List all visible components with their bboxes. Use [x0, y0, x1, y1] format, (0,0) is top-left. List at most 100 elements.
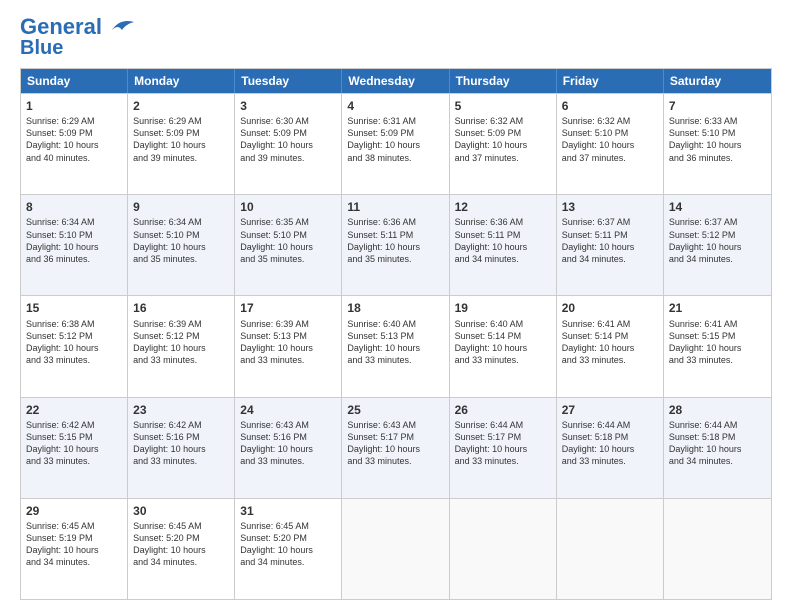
calendar: SundayMondayTuesdayWednesdayThursdayFrid…: [20, 68, 772, 600]
day-number: 1: [26, 98, 122, 114]
cell-text: Sunrise: 6:43 AM Sunset: 5:17 PM Dayligh…: [347, 419, 443, 468]
cal-cell: 28Sunrise: 6:44 AM Sunset: 5:18 PM Dayli…: [664, 398, 771, 498]
cal-cell: 23Sunrise: 6:42 AM Sunset: 5:16 PM Dayli…: [128, 398, 235, 498]
cal-cell: 24Sunrise: 6:43 AM Sunset: 5:16 PM Dayli…: [235, 398, 342, 498]
logo-text: General: [20, 16, 102, 38]
header-cell-monday: Monday: [128, 69, 235, 93]
cal-cell: [342, 499, 449, 599]
cal-cell: 25Sunrise: 6:43 AM Sunset: 5:17 PM Dayli…: [342, 398, 449, 498]
cal-cell: 18 Sunrise: 6:40 AM Sunset: 5:13 PM Dayli…: [342, 296, 449, 396]
cal-cell: 19 Sunrise: 6:40 AM Sunset: 5:14 PM Dayli…: [450, 296, 557, 396]
cell-text: Sunrise: 6:32 AM Sunset: 5:10 PM Dayligh…: [562, 115, 658, 164]
day-number: 4: [347, 98, 443, 114]
cal-cell: 7Sunrise: 6:33 AM Sunset: 5:10 PM Daylig…: [664, 94, 771, 194]
cal-cell: 31Sunrise: 6:45 AM Sunset: 5:20 PM Dayli…: [235, 499, 342, 599]
cal-cell: 11Sunrise: 6:36 AM Sunset: 5:11 PM Dayli…: [342, 195, 449, 295]
cell-text: Sunrise: 6:44 AM Sunset: 5:18 PM Dayligh…: [669, 419, 766, 468]
cell-text: Sunrise: 6:29 AM Sunset: 5:09 PM Dayligh…: [133, 115, 229, 164]
cal-cell: 13Sunrise: 6:37 AM Sunset: 5:11 PM Dayli…: [557, 195, 664, 295]
day-number: 20: [562, 300, 658, 316]
cal-cell: 12Sunrise: 6:36 AM Sunset: 5:11 PM Dayli…: [450, 195, 557, 295]
cal-cell: 2Sunrise: 6:29 AM Sunset: 5:09 PM Daylig…: [128, 94, 235, 194]
header-cell-friday: Friday: [557, 69, 664, 93]
cal-cell: [557, 499, 664, 599]
day-number: 18: [347, 300, 443, 316]
cal-cell: [664, 499, 771, 599]
week-row-4: 22Sunrise: 6:42 AM Sunset: 5:15 PM Dayli…: [21, 397, 771, 498]
cell-text: Sunrise: 6:40 AM Sunset: 5:14 PM Dayligh…: [455, 318, 551, 367]
cal-cell: 27Sunrise: 6:44 AM Sunset: 5:18 PM Dayli…: [557, 398, 664, 498]
logo-general: General: [20, 14, 102, 39]
day-number: 15: [26, 300, 122, 316]
day-number: 22: [26, 402, 122, 418]
day-number: 26: [455, 402, 551, 418]
cal-cell: 3Sunrise: 6:30 AM Sunset: 5:09 PM Daylig…: [235, 94, 342, 194]
day-number: 14: [669, 199, 766, 215]
day-number: 8: [26, 199, 122, 215]
cal-cell: 10Sunrise: 6:35 AM Sunset: 5:10 PM Dayli…: [235, 195, 342, 295]
header-cell-tuesday: Tuesday: [235, 69, 342, 93]
cell-text: Sunrise: 6:38 AM Sunset: 5:12 PM Dayligh…: [26, 318, 122, 367]
cell-text: Sunrise: 6:44 AM Sunset: 5:17 PM Dayligh…: [455, 419, 551, 468]
week-row-1: 1Sunrise: 6:29 AM Sunset: 5:09 PM Daylig…: [21, 93, 771, 194]
week-row-5: 29Sunrise: 6:45 AM Sunset: 5:19 PM Dayli…: [21, 498, 771, 599]
day-number: 29: [26, 503, 122, 519]
logo-bird-icon: [104, 16, 136, 38]
day-number: 10: [240, 199, 336, 215]
day-number: 21: [669, 300, 766, 316]
header-cell-saturday: Saturday: [664, 69, 771, 93]
day-number: 28: [669, 402, 766, 418]
cal-cell: 6Sunrise: 6:32 AM Sunset: 5:10 PM Daylig…: [557, 94, 664, 194]
cal-cell: 14Sunrise: 6:37 AM Sunset: 5:12 PM Dayli…: [664, 195, 771, 295]
cell-text: Sunrise: 6:36 AM Sunset: 5:11 PM Dayligh…: [347, 216, 443, 265]
cal-cell: 5Sunrise: 6:32 AM Sunset: 5:09 PM Daylig…: [450, 94, 557, 194]
header-cell-sunday: Sunday: [21, 69, 128, 93]
cal-cell: 4Sunrise: 6:31 AM Sunset: 5:09 PM Daylig…: [342, 94, 449, 194]
day-number: 7: [669, 98, 766, 114]
cell-text: Sunrise: 6:45 AM Sunset: 5:19 PM Dayligh…: [26, 520, 122, 569]
day-number: 16: [133, 300, 229, 316]
cal-cell: 16 Sunrise: 6:39 AM Sunset: 5:12 PM Dayli…: [128, 296, 235, 396]
header-cell-wednesday: Wednesday: [342, 69, 449, 93]
cal-cell: 29Sunrise: 6:45 AM Sunset: 5:19 PM Dayli…: [21, 499, 128, 599]
cell-text: Sunrise: 6:35 AM Sunset: 5:10 PM Dayligh…: [240, 216, 336, 265]
calendar-header: SundayMondayTuesdayWednesdayThursdayFrid…: [21, 69, 771, 93]
cell-text: Sunrise: 6:30 AM Sunset: 5:09 PM Dayligh…: [240, 115, 336, 164]
day-number: 31: [240, 503, 336, 519]
cal-cell: [450, 499, 557, 599]
day-number: 17: [240, 300, 336, 316]
cell-text: Sunrise: 6:45 AM Sunset: 5:20 PM Dayligh…: [133, 520, 229, 569]
cell-text: Sunrise: 6:37 AM Sunset: 5:11 PM Dayligh…: [562, 216, 658, 265]
cal-cell: 26Sunrise: 6:44 AM Sunset: 5:17 PM Dayli…: [450, 398, 557, 498]
cal-cell: 9Sunrise: 6:34 AM Sunset: 5:10 PM Daylig…: [128, 195, 235, 295]
day-number: 6: [562, 98, 658, 114]
cell-text: Sunrise: 6:42 AM Sunset: 5:15 PM Dayligh…: [26, 419, 122, 468]
week-row-2: 8 Sunrise: 6:34 AM Sunset: 5:10 PM Daylig…: [21, 194, 771, 295]
header-cell-thursday: Thursday: [450, 69, 557, 93]
day-number: 12: [455, 199, 551, 215]
cell-text: Sunrise: 6:44 AM Sunset: 5:18 PM Dayligh…: [562, 419, 658, 468]
cell-text: Sunrise: 6:39 AM Sunset: 5:12 PM Dayligh…: [133, 318, 229, 367]
day-number: 13: [562, 199, 658, 215]
day-number: 3: [240, 98, 336, 114]
cell-text: Sunrise: 6:42 AM Sunset: 5:16 PM Dayligh…: [133, 419, 229, 468]
header: General Blue: [20, 16, 772, 58]
cal-cell: 17Sunrise: 6:39 AM Sunset: 5:13 PM Dayli…: [235, 296, 342, 396]
cell-text: Sunrise: 6:33 AM Sunset: 5:10 PM Dayligh…: [669, 115, 766, 164]
day-number: 5: [455, 98, 551, 114]
cal-cell: 15 Sunrise: 6:38 AM Sunset: 5:12 PM Dayli…: [21, 296, 128, 396]
day-number: 19: [455, 300, 551, 316]
day-number: 23: [133, 402, 229, 418]
cell-text: Sunrise: 6:29 AM Sunset: 5:09 PM Dayligh…: [26, 115, 122, 164]
cell-text: Sunrise: 6:43 AM Sunset: 5:16 PM Dayligh…: [240, 419, 336, 468]
cal-cell: 21 Sunrise: 6:41 AM Sunset: 5:15 PM Dayli…: [664, 296, 771, 396]
cal-cell: 30Sunrise: 6:45 AM Sunset: 5:20 PM Dayli…: [128, 499, 235, 599]
cell-text: Sunrise: 6:36 AM Sunset: 5:11 PM Dayligh…: [455, 216, 551, 265]
cell-text: Sunrise: 6:34 AM Sunset: 5:10 PM Dayligh…: [133, 216, 229, 265]
calendar-body: 1Sunrise: 6:29 AM Sunset: 5:09 PM Daylig…: [21, 93, 771, 599]
cell-text: Sunrise: 6:40 AM Sunset: 5:13 PM Dayligh…: [347, 318, 443, 367]
cell-text: Sunrise: 6:32 AM Sunset: 5:09 PM Dayligh…: [455, 115, 551, 164]
day-number: 25: [347, 402, 443, 418]
day-number: 27: [562, 402, 658, 418]
cell-text: Sunrise: 6:41 AM Sunset: 5:15 PM Dayligh…: [669, 318, 766, 367]
